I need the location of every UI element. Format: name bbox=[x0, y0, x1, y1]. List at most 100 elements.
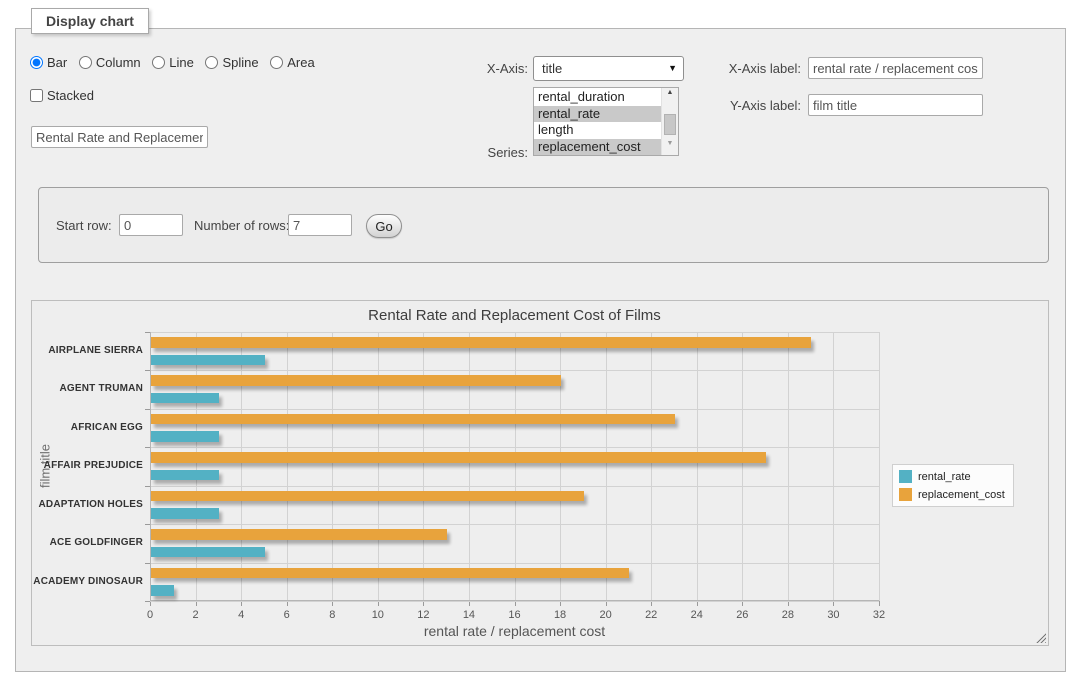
series-listbox[interactable]: rental_durationrental_ratelengthreplacem… bbox=[533, 87, 679, 156]
bar-rental_rate bbox=[151, 508, 219, 519]
category-label: ADAPTATION HOLES bbox=[33, 486, 143, 524]
x-axis-line bbox=[150, 600, 879, 601]
xaxis-select[interactable]: title bbox=[533, 56, 684, 81]
listbox-option[interactable]: replacement_cost bbox=[534, 139, 661, 156]
gridline-vertical bbox=[697, 332, 698, 601]
category-label: ACADEMY DINOSAUR bbox=[33, 563, 143, 601]
gridline-vertical bbox=[515, 332, 516, 601]
legend-swatch-icon bbox=[899, 470, 912, 483]
x-tick-label: 30 bbox=[818, 609, 848, 621]
legend-entry: replacement_cost bbox=[899, 488, 1005, 501]
bar-replacement_cost bbox=[151, 414, 675, 425]
gridline-vertical bbox=[788, 332, 789, 601]
stacked-checkbox[interactable] bbox=[30, 89, 43, 102]
radio-spline[interactable]: Spline bbox=[205, 55, 258, 70]
gridline-horizontal bbox=[150, 332, 879, 333]
radio-bar[interactable]: Bar bbox=[30, 55, 67, 70]
radio-column-input[interactable] bbox=[79, 56, 92, 69]
listbox-option[interactable]: rental_rate bbox=[534, 106, 661, 123]
listbox-option[interactable]: rental_duration bbox=[534, 89, 661, 106]
scroll-down-icon[interactable] bbox=[662, 140, 678, 154]
radio-line-input[interactable] bbox=[152, 56, 165, 69]
bar-rental_rate bbox=[151, 393, 219, 404]
yaxis-label-label: Y-Axis label: bbox=[706, 94, 801, 118]
radio-column[interactable]: Column bbox=[79, 55, 141, 70]
gridline-vertical bbox=[378, 332, 379, 601]
x-tick-label: 12 bbox=[408, 609, 438, 621]
gridline-vertical bbox=[833, 332, 834, 601]
dropdown-arrow-icon bbox=[668, 57, 677, 80]
x-tick-label: 28 bbox=[773, 609, 803, 621]
scroll-up-icon[interactable] bbox=[662, 89, 678, 103]
xaxis-label-label: X-Axis label: bbox=[706, 57, 801, 81]
xaxis-label-input[interactable] bbox=[808, 57, 983, 79]
yaxis-label-input[interactable] bbox=[808, 94, 983, 116]
x-tick-label: 26 bbox=[727, 609, 757, 621]
rows-panel: Start row: Number of rows: Go bbox=[38, 187, 1049, 263]
x-axis-title: rental rate / replacement cost bbox=[150, 623, 879, 639]
row-count-input[interactable] bbox=[288, 214, 352, 236]
start-row-input[interactable] bbox=[119, 214, 183, 236]
bar-rental_rate bbox=[151, 431, 219, 442]
legend-label: replacement_cost bbox=[918, 489, 1005, 501]
gridline-horizontal bbox=[150, 486, 879, 487]
gridline-vertical bbox=[423, 332, 424, 601]
x-tick-label: 0 bbox=[135, 609, 165, 621]
series-listbox-label: Series: bbox=[446, 141, 528, 165]
stacked-checkbox-label[interactable]: Stacked bbox=[30, 88, 94, 103]
gridline-vertical bbox=[332, 332, 333, 601]
radio-area-input[interactable] bbox=[270, 56, 283, 69]
x-tick-label: 10 bbox=[363, 609, 393, 621]
gridline-vertical bbox=[651, 332, 652, 601]
bar-rental_rate bbox=[151, 355, 265, 366]
bar-replacement_cost bbox=[151, 452, 766, 463]
x-tick-label: 22 bbox=[636, 609, 666, 621]
series-options: rental_durationrental_ratelengthreplacem… bbox=[534, 89, 661, 155]
gridline-vertical bbox=[560, 332, 561, 601]
radio-bar-input[interactable] bbox=[30, 56, 43, 69]
bar-rental_rate bbox=[151, 470, 219, 481]
gridline-horizontal bbox=[150, 447, 879, 448]
go-button[interactable]: Go bbox=[366, 214, 402, 238]
x-tick-label: 8 bbox=[317, 609, 347, 621]
resize-handle-icon[interactable] bbox=[1035, 632, 1046, 643]
row-count-label: Number of rows: bbox=[194, 214, 289, 238]
gridline-horizontal bbox=[150, 601, 879, 602]
gridline-vertical bbox=[196, 332, 197, 601]
chart-legend: rental_ratereplacement_cost bbox=[892, 464, 1014, 507]
scrollbar-thumb[interactable] bbox=[664, 114, 676, 135]
x-tick-label: 16 bbox=[500, 609, 530, 621]
listbox-option[interactable]: length bbox=[534, 122, 661, 139]
radio-line[interactable]: Line bbox=[152, 55, 194, 70]
bar-rental_rate bbox=[151, 547, 265, 558]
bar-replacement_cost bbox=[151, 491, 584, 502]
x-tick-label: 6 bbox=[272, 609, 302, 621]
listbox-scrollbar[interactable] bbox=[661, 88, 678, 155]
gridline-horizontal bbox=[150, 563, 879, 564]
gridline-vertical bbox=[469, 332, 470, 601]
panel-title: Display chart bbox=[31, 8, 149, 34]
category-label: AFFAIR PREJUDICE bbox=[33, 447, 143, 485]
chart-container: Rental Rate and Replacement Cost of Film… bbox=[31, 300, 1049, 646]
x-tick-label: 14 bbox=[454, 609, 484, 621]
radio-spline-input[interactable] bbox=[205, 56, 218, 69]
gridline-horizontal bbox=[150, 370, 879, 371]
radio-area[interactable]: Area bbox=[270, 55, 314, 70]
bar-rental_rate bbox=[151, 585, 174, 596]
stacked-row: Stacked bbox=[30, 88, 94, 103]
chart-type-radio-group: Bar Column Line Spline Area bbox=[30, 55, 323, 70]
category-label: ACE GOLDFINGER bbox=[33, 524, 143, 562]
xaxis-select-label: X-Axis: bbox=[446, 57, 528, 81]
legend-swatch-icon bbox=[899, 488, 912, 501]
gridline-horizontal bbox=[150, 524, 879, 525]
category-label: AFRICAN EGG bbox=[33, 409, 143, 447]
gridline-vertical bbox=[287, 332, 288, 601]
bar-replacement_cost bbox=[151, 375, 561, 386]
x-tick-label: 2 bbox=[181, 609, 211, 621]
gridline-vertical bbox=[742, 332, 743, 601]
gridline-vertical bbox=[606, 332, 607, 601]
page: Display chart Bar Column Line Spline Are… bbox=[0, 0, 1081, 681]
chart-title-input[interactable] bbox=[31, 126, 208, 148]
bar-replacement_cost bbox=[151, 568, 629, 579]
x-tick-label: 24 bbox=[682, 609, 712, 621]
